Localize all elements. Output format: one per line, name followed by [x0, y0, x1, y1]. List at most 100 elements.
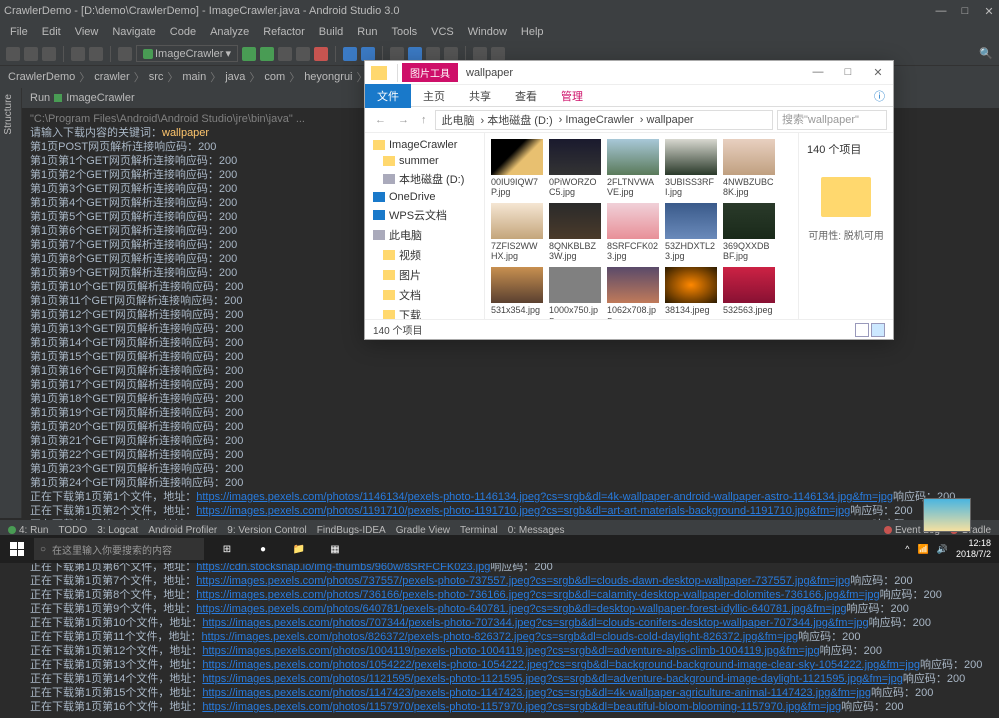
console-link[interactable]: https://images.pexels.com/photos/1121595… — [202, 673, 902, 685]
menu-analyze[interactable]: Analyze — [204, 24, 255, 40]
tree-node[interactable]: OneDrive — [369, 189, 480, 205]
file-thumb[interactable]: 369QXXDBBF.jpg — [723, 203, 775, 261]
file-thumb[interactable]: 00IU9IQW7P.jpg — [491, 139, 543, 197]
tool-tab[interactable]: 0: Messages — [508, 525, 565, 536]
explorer-titlebar[interactable]: 图片工具 wallpaper — □ ✕ — [365, 61, 893, 85]
stop-icon[interactable] — [314, 47, 328, 61]
tool-tab[interactable]: 4: Run — [8, 525, 48, 536]
tree-node[interactable]: summer — [369, 153, 480, 169]
back-icon[interactable]: ← — [371, 114, 390, 126]
path-segment[interactable]: 此电脑 — [440, 112, 477, 128]
menu-code[interactable]: Code — [164, 24, 202, 40]
volume-icon[interactable]: 🔊 — [937, 544, 948, 555]
tab-home[interactable]: 主页 — [411, 84, 457, 108]
breadcrumb-item[interactable]: CrawlerDemo — [8, 71, 75, 83]
file-thumb[interactable]: 7ZFIS2WWHX.jpg — [491, 203, 543, 261]
explorer-icon[interactable]: 📁 — [282, 535, 316, 563]
help-icon[interactable]: ⓘ — [866, 88, 893, 104]
file-thumb[interactable]: 8SRFCFK023.jpg — [607, 203, 659, 261]
maximize-icon[interactable]: □ — [959, 5, 971, 18]
breadcrumb-item[interactable]: java — [225, 71, 245, 83]
hammer-icon[interactable] — [118, 47, 132, 61]
menu-refactor[interactable]: Refactor — [257, 24, 311, 40]
breadcrumb-item[interactable]: src — [149, 71, 164, 83]
attach-icon[interactable] — [296, 47, 310, 61]
search-box[interactable]: 搜索"wallpaper" — [777, 110, 887, 130]
breadcrumb-item[interactable]: crawler — [94, 71, 129, 83]
sync-icon[interactable] — [42, 47, 56, 61]
file-thumb[interactable]: 3UBISS3RFI.jpg — [665, 139, 717, 197]
tree-node[interactable]: 本地磁盘 (D:) — [369, 169, 480, 189]
console-link[interactable]: https://images.pexels.com/photos/1191710… — [196, 505, 850, 517]
save-icon[interactable] — [24, 47, 38, 61]
run-icon[interactable] — [242, 47, 256, 61]
start-button[interactable] — [0, 535, 34, 563]
console-link[interactable]: https://images.pexels.com/photos/707344/… — [202, 617, 868, 629]
tray-up-icon[interactable]: ^ — [905, 544, 909, 554]
tree-node[interactable]: 此电脑 — [369, 225, 480, 245]
up-icon[interactable]: ↑ — [417, 114, 431, 126]
file-thumb[interactable]: 1062x708.jpg — [607, 267, 659, 319]
menu-run[interactable]: Run — [351, 24, 383, 40]
file-thumb[interactable]: 532563.jpeg — [723, 267, 775, 319]
debug-icon[interactable] — [260, 47, 274, 61]
console-link[interactable]: https://images.pexels.com/photos/1004119… — [202, 645, 819, 657]
close-icon[interactable]: ✕ — [863, 66, 893, 79]
menu-edit[interactable]: Edit — [36, 24, 67, 40]
tool-tab[interactable]: Android Profiler — [148, 525, 217, 536]
task-view-icon[interactable]: ⊞ — [210, 535, 244, 563]
tree-node[interactable]: WPS云文档 — [369, 205, 480, 225]
tool-tab[interactable]: Terminal — [460, 525, 498, 536]
taskbar-preview[interactable] — [923, 498, 971, 532]
console-link[interactable]: https://images.pexels.com/photos/1146134… — [196, 491, 893, 503]
undo-icon[interactable] — [71, 47, 85, 61]
tab-view[interactable]: 查看 — [503, 84, 549, 108]
file-thumb[interactable]: 53ZHDXTL23.jpg — [665, 203, 717, 261]
path-segment[interactable]: › wallpaper — [638, 114, 696, 126]
console-link[interactable]: https://images.pexels.com/photos/640781/… — [196, 603, 846, 615]
tree-node[interactable]: 文档 — [369, 285, 480, 305]
chrome-icon[interactable]: ● — [246, 535, 280, 563]
tree-node[interactable]: 视频 — [369, 245, 480, 265]
commit-icon[interactable] — [408, 47, 422, 61]
forward-icon[interactable] — [491, 47, 505, 61]
tool-tab[interactable]: TODO — [58, 525, 87, 536]
file-grid[interactable]: 00IU9IQW7P.jpg0PiWORZOC5.jpg2FLTNVWAVE.j… — [485, 133, 798, 319]
file-thumb[interactable]: 1000x750.jpg — [549, 267, 601, 319]
revert-icon[interactable] — [444, 47, 458, 61]
minimize-icon[interactable]: — — [803, 66, 833, 79]
breadcrumb-item[interactable]: main — [182, 71, 206, 83]
console-link[interactable]: https://images.pexels.com/photos/826372/… — [202, 631, 799, 643]
breadcrumb-item[interactable]: com — [264, 71, 285, 83]
path-segment[interactable]: › ImageCrawler — [557, 114, 636, 126]
close-icon[interactable]: ✕ — [983, 5, 995, 18]
tree-node[interactable]: 图片 — [369, 265, 480, 285]
search-icon[interactable]: 🔍 — [979, 47, 993, 60]
file-thumb[interactable]: 38134.jpeg — [665, 267, 717, 319]
app-icon[interactable]: ▦ — [318, 535, 352, 563]
taskbar-search[interactable]: ○在这里输入你要搜索的内容 — [34, 538, 204, 560]
forward-icon[interactable]: → — [394, 114, 413, 126]
console-link[interactable]: https://images.pexels.com/photos/1147423… — [202, 687, 871, 699]
view-switcher[interactable] — [855, 323, 885, 337]
run-config-selector[interactable]: ImageCrawler ▾ — [136, 45, 238, 62]
file-thumb[interactable]: 0PiWORZOC5.jpg — [549, 139, 601, 197]
open-icon[interactable] — [6, 47, 20, 61]
system-tray[interactable]: ^ 📶 🔊 12:18 2018/7/2 — [897, 538, 999, 560]
profile-icon[interactable] — [278, 47, 292, 61]
menu-view[interactable]: View — [69, 24, 105, 40]
path-segment[interactable]: › 本地磁盘 (D:) — [479, 112, 555, 128]
console-link[interactable]: https://images.pexels.com/photos/737557/… — [196, 575, 850, 587]
file-thumb[interactable]: 531x354.jpg — [491, 267, 543, 319]
address-bar[interactable]: 此电脑› 本地磁盘 (D:)› ImageCrawler› wallpaper — [435, 110, 774, 130]
menu-build[interactable]: Build — [313, 24, 349, 40]
menu-navigate[interactable]: Navigate — [106, 24, 161, 40]
menu-help[interactable]: Help — [515, 24, 550, 40]
nav-tree[interactable]: ImageCrawlersummer本地磁盘 (D:)OneDriveWPS云文… — [365, 133, 485, 319]
tool-tab[interactable]: 3: Logcat — [97, 525, 138, 536]
network-icon[interactable]: 📶 — [918, 544, 929, 555]
console-link[interactable]: https://images.pexels.com/photos/1054222… — [202, 659, 920, 671]
breadcrumb-item[interactable]: heyongrui — [304, 71, 352, 83]
console-link[interactable]: https://images.pexels.com/photos/1157970… — [202, 701, 841, 713]
tab-manage[interactable]: 管理 — [549, 84, 595, 108]
